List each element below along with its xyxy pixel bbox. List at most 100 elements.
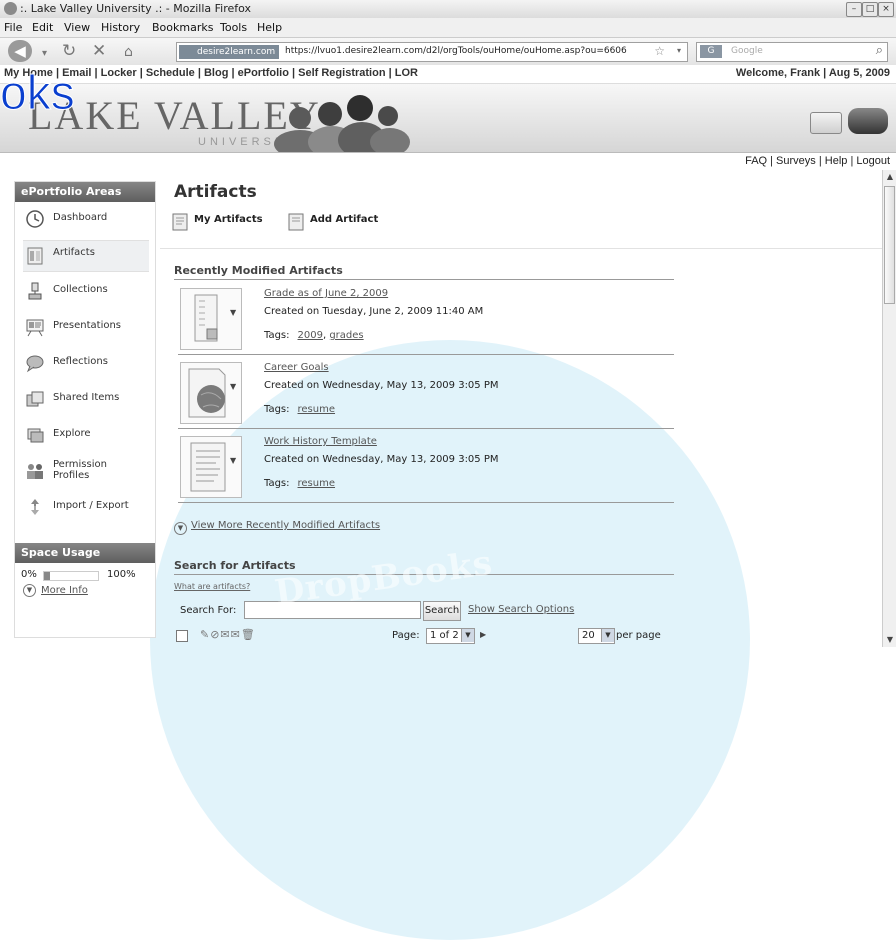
address-bar[interactable]: desire2learn.com https://lvuo1.desire2le… bbox=[176, 42, 688, 62]
sidebar-item-label: Presentations bbox=[53, 320, 122, 331]
tag-link[interactable]: 2009 bbox=[298, 330, 323, 341]
mail-icon[interactable] bbox=[810, 112, 842, 134]
show-search-options-link[interactable]: Show Search Options bbox=[468, 604, 574, 615]
menu-tools[interactable]: Tools bbox=[220, 21, 247, 34]
per-page-select[interactable]: 20 ▼ bbox=[578, 628, 615, 644]
maximize-button[interactable]: □ bbox=[862, 2, 878, 17]
bulk-action-icons[interactable]: ✎⊘✉✉🗑 bbox=[200, 628, 256, 641]
utility-links[interactable]: FAQ | Surveys | Help | Logout bbox=[745, 155, 890, 167]
artifact-title-link[interactable]: Grade as of June 2, 2009 bbox=[264, 288, 388, 299]
artifact-menu-caret-icon[interactable]: ▼ bbox=[230, 456, 236, 465]
stop-button[interactable]: ✕ bbox=[92, 42, 106, 60]
home-button[interactable]: ⌂ bbox=[124, 43, 133, 61]
menu-history[interactable]: History bbox=[101, 21, 140, 34]
history-dropdown-icon[interactable]: ▾ bbox=[42, 45, 47, 63]
tab-add-artifact[interactable]: Add Artifact bbox=[288, 206, 398, 236]
device-icon[interactable] bbox=[848, 108, 888, 134]
tag-link[interactable]: resume bbox=[298, 478, 336, 489]
space-usage-heading: Space Usage bbox=[15, 543, 155, 563]
sidebar-item-explore[interactable]: Explore bbox=[23, 420, 149, 450]
reload-button[interactable]: ↻ bbox=[62, 42, 76, 60]
menu-help[interactable]: Help bbox=[257, 21, 282, 34]
sidebar-item-presentations[interactable]: Presentations bbox=[23, 312, 149, 342]
sidebar-item-reflections[interactable]: Reflections bbox=[23, 348, 149, 378]
explore-icon bbox=[27, 428, 44, 443]
artifact-row: ▼ Career Goals Created on Wednesday, May… bbox=[178, 356, 674, 429]
section-rule bbox=[174, 574, 674, 575]
sidebar-item-artifacts[interactable]: Artifacts bbox=[23, 240, 149, 272]
tab-my-artifacts[interactable]: My Artifacts bbox=[172, 206, 282, 236]
bubble-icon bbox=[26, 355, 44, 373]
sidebar-item-import-export[interactable]: Import / Export bbox=[23, 492, 149, 522]
scroll-up-icon[interactable]: ▲ bbox=[883, 170, 896, 184]
artifact-thumbnail[interactable] bbox=[180, 436, 242, 498]
sidebar-item-collections[interactable]: Collections bbox=[23, 276, 149, 306]
artifact-title-link[interactable]: Work History Template bbox=[264, 436, 377, 447]
artifact-row: ▼ Work History Template Created on Wedne… bbox=[178, 430, 674, 503]
university-banner: LAKE VALLEY UNIVERSITY bbox=[0, 84, 896, 153]
tag-link[interactable]: grades bbox=[329, 330, 363, 341]
menu-bookmarks[interactable]: Bookmarks bbox=[152, 21, 213, 34]
arrows-icon bbox=[31, 499, 39, 515]
tags-label: Tags: bbox=[264, 478, 290, 489]
artifact-title-link[interactable]: Career Goals bbox=[264, 362, 329, 373]
artifact-tags: Tags: 2009, grades bbox=[264, 330, 364, 341]
next-page-icon[interactable]: ▶ bbox=[480, 630, 486, 639]
presentation-icon bbox=[26, 319, 44, 337]
text-document-icon bbox=[190, 442, 226, 492]
vertical-scrollbar[interactable]: ▲ ▼ bbox=[882, 170, 896, 647]
sidebar-item-label: Explore bbox=[53, 428, 91, 439]
view-more-link[interactable]: ▼ View More Recently Modified Artifacts bbox=[174, 520, 380, 535]
select-all-checkbox[interactable] bbox=[176, 630, 188, 642]
url-dropdown-icon[interactable]: ▾ bbox=[677, 46, 681, 55]
scrollbar-thumb[interactable] bbox=[884, 186, 895, 304]
sidebar-item-permission-profiles[interactable]: Permission Profiles bbox=[23, 456, 149, 486]
artifact-menu-caret-icon[interactable]: ▼ bbox=[230, 308, 236, 317]
minimize-button[interactable]: – bbox=[846, 2, 862, 17]
search-button[interactable]: Search bbox=[423, 601, 461, 621]
what-are-artifacts-link[interactable]: What are artifacts? bbox=[174, 582, 250, 591]
tag-link[interactable]: resume bbox=[298, 404, 336, 415]
page-title: Artifacts bbox=[174, 182, 257, 202]
artifact-created: Created on Tuesday, June 2, 2009 11:40 A… bbox=[264, 306, 484, 317]
section-rule bbox=[174, 279, 674, 280]
expand-circle-icon: ▼ bbox=[174, 522, 187, 535]
menu-edit[interactable]: Edit bbox=[32, 21, 53, 34]
site-nav-links[interactable]: My Home | Email | Locker | Schedule | Bl… bbox=[4, 67, 418, 79]
artifact-thumbnail[interactable] bbox=[180, 288, 242, 350]
close-button[interactable]: × bbox=[878, 2, 894, 17]
eportfolio-sidebar: ePortfolio Areas Dashboard Artifacts Col… bbox=[14, 181, 156, 638]
page-select[interactable]: 1 of 2 ▼ bbox=[426, 628, 475, 644]
back-button[interactable]: ◀ bbox=[8, 40, 32, 62]
artifact-menu-caret-icon[interactable]: ▼ bbox=[230, 382, 236, 391]
sidebar-item-shared-items[interactable]: Shared Items bbox=[23, 384, 149, 414]
sidebar-item-dashboard[interactable]: Dashboard bbox=[23, 204, 149, 234]
scroll-down-icon[interactable]: ▼ bbox=[883, 633, 896, 647]
search-engine-icon[interactable]: G bbox=[700, 45, 722, 58]
page-select-value: 1 of 2 bbox=[430, 630, 459, 641]
address-url[interactable]: https://lvuo1.desire2learn.com/d2l/orgTo… bbox=[285, 46, 627, 56]
list-toolbar: ✎⊘✉✉🗑 Page: 1 of 2 ▼ ▶ 20 ▼ per page bbox=[174, 628, 674, 646]
sidebar-item-label: Artifacts bbox=[53, 247, 95, 258]
view-more-text: View More Recently Modified Artifacts bbox=[191, 520, 381, 531]
more-info-link[interactable]: More Info bbox=[41, 585, 88, 596]
per-page-label: per page bbox=[616, 630, 661, 641]
magnifier-icon[interactable]: ⌕ bbox=[876, 43, 883, 58]
utility-bar: FAQ | Surveys | Help | Logout bbox=[0, 153, 896, 169]
artifact-thumbnail[interactable] bbox=[180, 362, 242, 424]
space-min-label: 0% bbox=[21, 569, 37, 580]
search-input[interactable] bbox=[244, 601, 421, 619]
tab-divider bbox=[160, 248, 882, 249]
menu-file[interactable]: File bbox=[4, 21, 22, 34]
bookmark-star-icon[interactable]: ☆ bbox=[654, 44, 665, 58]
grade-document-icon bbox=[194, 294, 218, 342]
window-titlebar: :. Lake Valley University .: - Mozilla F… bbox=[0, 0, 896, 19]
tags-label: Tags: bbox=[264, 330, 290, 341]
search-for-label: Search For: bbox=[180, 605, 237, 616]
search-box[interactable]: G Google ⌕ bbox=[696, 42, 888, 62]
expand-circle-icon[interactable]: ▼ bbox=[23, 584, 36, 597]
search-placeholder: Google bbox=[731, 46, 763, 56]
menu-view[interactable]: View bbox=[64, 21, 90, 34]
site-navigation: My Home | Email | Locker | Schedule | Bl… bbox=[0, 65, 896, 84]
site-identity-badge[interactable]: desire2learn.com bbox=[179, 45, 280, 59]
